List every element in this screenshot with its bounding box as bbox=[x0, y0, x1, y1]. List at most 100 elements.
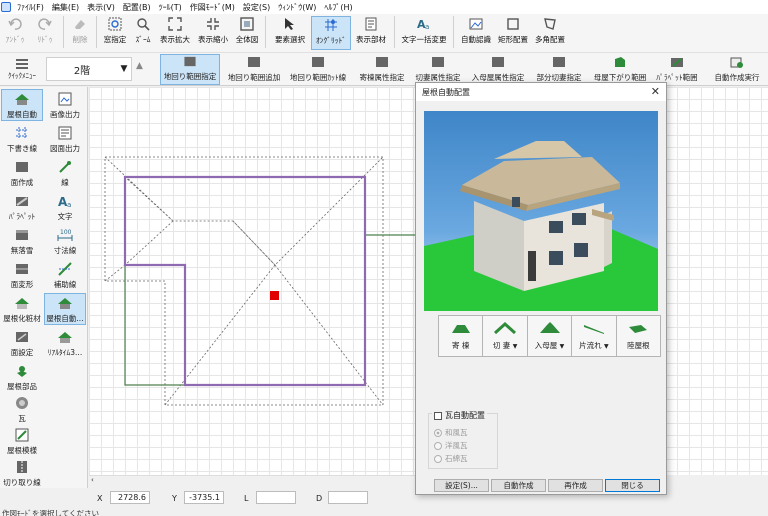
svg-text:a: a bbox=[67, 201, 71, 209]
on-grid-button[interactable]: ｵﾝｸﾞﾘｯﾄﾞ bbox=[311, 16, 351, 50]
dialog-title-bar[interactable]: 屋根自動配置 ✕ bbox=[416, 83, 666, 101]
partial-gable-button[interactable]: 部分切妻指定 bbox=[532, 54, 586, 85]
scroll-left-icon[interactable]: ‹ bbox=[91, 476, 94, 484]
dropdown-arrow-icon[interactable]: ▼ bbox=[513, 343, 518, 350]
no-gutter-icon bbox=[16, 229, 28, 240]
outline-specify-button[interactable]: 地回り範囲指定 bbox=[160, 54, 220, 85]
menu-file[interactable]: ﾌｧｲﾙ(F) bbox=[13, 2, 48, 13]
partial-gable-icon bbox=[553, 57, 565, 67]
3d-preview[interactable] bbox=[424, 111, 658, 311]
gable-attr-button[interactable]: 切妻属性指定 bbox=[412, 54, 464, 85]
checkbox-box[interactable] bbox=[434, 411, 442, 420]
gable-roof-button[interactable]: 切 妻 ▼ bbox=[482, 315, 528, 357]
delete-button[interactable]: 削除 bbox=[67, 16, 93, 50]
shed-roof-button[interactable]: 片流れ ▼ bbox=[571, 315, 617, 357]
yofu-radio[interactable]: 洋風瓦 bbox=[434, 440, 468, 451]
menu-tools[interactable]: ﾂｰﾙ(T) bbox=[155, 2, 186, 13]
redo-button[interactable]: ﾘﾄﾞｩ bbox=[30, 16, 60, 50]
d-value bbox=[328, 491, 368, 504]
face-setting-button[interactable]: 面設定 bbox=[1, 327, 43, 359]
dropdown-arrow-icon[interactable]: ▼ bbox=[604, 343, 609, 350]
parapet-icon bbox=[16, 196, 28, 206]
cut-line-button[interactable]: 切り取り線 bbox=[1, 457, 43, 489]
house-render bbox=[424, 141, 658, 311]
zoom-out-button[interactable]: 表示縮小 bbox=[194, 16, 232, 50]
undo-button[interactable]: ｱﾝﾄﾞｩ bbox=[0, 16, 30, 50]
element-select-button[interactable]: 要素選択 bbox=[269, 16, 311, 50]
line-button[interactable]: 線 bbox=[44, 157, 86, 189]
bulk-text-change-button[interactable]: Aa 文字一括変更 bbox=[398, 16, 450, 50]
wafu-radio[interactable]: 和風瓦 bbox=[434, 427, 468, 438]
close-button[interactable]: 閉じる bbox=[605, 479, 660, 492]
flat-roof-button[interactable]: 陸屋根 bbox=[615, 315, 662, 357]
image-recognize-icon bbox=[468, 16, 484, 32]
menu-place[interactable]: 配置(B) bbox=[119, 2, 155, 13]
menu-help[interactable]: ﾍﾙﾌﾟ(H) bbox=[320, 2, 356, 13]
toolbar-separator bbox=[63, 16, 64, 48]
draft-line-button[interactable]: 下書き線 bbox=[1, 123, 43, 155]
image-output-button[interactable]: 画像出力 bbox=[44, 89, 86, 121]
center-marker[interactable] bbox=[270, 291, 279, 300]
quick-menu-button[interactable]: ｸｲｯｸﾒﾆｭｰ bbox=[0, 53, 44, 86]
auto-create-button[interactable]: 自動作成 bbox=[491, 479, 546, 492]
floor-up-arrow-icon[interactable]: ▲ bbox=[136, 61, 143, 71]
polygon-place-button[interactable]: 多角配置 bbox=[531, 16, 569, 50]
zoom-in-button[interactable]: 表示拡大 bbox=[156, 16, 194, 50]
menu-view[interactable]: 表示(V) bbox=[83, 2, 119, 13]
window-zoom-button[interactable]: 窓指定 bbox=[100, 16, 130, 50]
tile-button[interactable]: 瓦 bbox=[1, 393, 43, 425]
close-icon[interactable]: ✕ bbox=[651, 85, 660, 98]
irimoya-attr-button[interactable]: 入母屋属性指定 bbox=[468, 54, 528, 85]
dimension-line-button[interactable]: 100 寸法線 bbox=[44, 225, 86, 257]
outline-add-button[interactable]: 地回り範囲追加 bbox=[224, 54, 284, 85]
app-icon[interactable] bbox=[1, 2, 11, 12]
dropdown-arrow-icon[interactable]: ▼ bbox=[560, 343, 565, 350]
no-gutter-button[interactable]: 無落雪 bbox=[1, 225, 43, 257]
menu-draw-mode[interactable]: 作図ﾓｰﾄﾞ(M) bbox=[186, 2, 239, 13]
tile-auto-checkbox[interactable]: 瓦自動配置 bbox=[432, 410, 487, 421]
menu-edit[interactable]: 編集(E) bbox=[48, 2, 83, 13]
display-parts-button[interactable]: 表示部材 bbox=[351, 16, 391, 50]
outline-cut-button[interactable]: 地回り範囲ｶｯﾄ線 bbox=[286, 54, 350, 85]
irimoya-roof-button[interactable]: 入母屋 ▼ bbox=[526, 315, 573, 357]
auto-recognize-button[interactable]: 自動認識 bbox=[457, 16, 495, 50]
settings-button[interactable]: 設定(S)... bbox=[434, 479, 489, 492]
recreate-button[interactable]: 再作成 bbox=[548, 479, 603, 492]
parapet-button[interactable]: ﾊﾟﾗﾍﾟｯﾄ bbox=[1, 191, 43, 223]
roof-auto-2-button[interactable]: 屋根自動... bbox=[44, 293, 86, 325]
redo-icon bbox=[37, 16, 53, 32]
fit-all-button[interactable]: 全体図 bbox=[232, 16, 262, 50]
dimension-line-icon: 100 bbox=[57, 229, 73, 241]
drawing-output-button[interactable]: 図面出力 bbox=[44, 123, 86, 155]
aux-line-button[interactable]: 補助線 bbox=[44, 259, 86, 291]
face-deform-button[interactable]: 面変形 bbox=[1, 259, 43, 291]
text-button[interactable]: Aa 文字 bbox=[44, 191, 86, 223]
irimoya-roof-icon bbox=[492, 57, 504, 67]
auto-run-button[interactable]: 自動作成実行 bbox=[708, 54, 766, 85]
dialog-buttons: 設定(S)... 自動作成 再作成 閉じる bbox=[434, 479, 662, 492]
menu-window[interactable]: ｳｨﾝﾄﾞｳ(W) bbox=[274, 2, 320, 13]
face-create-button[interactable]: 面作成 bbox=[1, 157, 43, 189]
rect-place-button[interactable]: 矩形配置 bbox=[495, 16, 531, 50]
roof-auto-button[interactable]: 屋根自動 bbox=[1, 89, 43, 121]
radio-dot[interactable] bbox=[434, 428, 442, 437]
radio-dot[interactable] bbox=[434, 454, 442, 463]
hip-roof-button[interactable]: 寄 棟 bbox=[438, 315, 484, 357]
svg-text:100: 100 bbox=[60, 229, 72, 236]
mode-toolbar: ｸｲｯｸﾒﾆｭｰ 2階 ▼ ▲ 地回り範囲指定 地回り範囲追加 地回り範囲ｶｯﾄ… bbox=[0, 52, 768, 86]
hip-attr-button[interactable]: 寄棟属性指定 bbox=[356, 54, 408, 85]
x-label: X bbox=[97, 494, 103, 503]
roof-finish-button[interactable]: 屋根化粧材 bbox=[1, 293, 43, 325]
realtime-3d-button[interactable]: ﾘｱﾙﾀｲﾑ3... bbox=[44, 327, 86, 359]
horizontal-scrollbar[interactable]: ‹ bbox=[89, 475, 419, 487]
parapet-range-button[interactable]: ﾊﾟﾗﾍﾟｯﾄ範囲 bbox=[652, 54, 702, 85]
roof-pattern-button[interactable]: 屋根模様 bbox=[1, 425, 43, 457]
sekimen-radio[interactable]: 石綿瓦 bbox=[434, 453, 468, 464]
zoom-button[interactable]: ｽﾞｰﾑ bbox=[130, 16, 156, 50]
lower-range-button[interactable]: 母屋下がり範囲 bbox=[592, 54, 648, 85]
radio-dot[interactable] bbox=[434, 441, 442, 450]
floor-select[interactable]: 2階 ▼ bbox=[46, 57, 132, 81]
flat-roof-icon bbox=[629, 325, 648, 333]
menu-settings[interactable]: 設定(S) bbox=[239, 2, 274, 13]
roof-parts-button[interactable]: 屋根部品 bbox=[1, 361, 43, 393]
